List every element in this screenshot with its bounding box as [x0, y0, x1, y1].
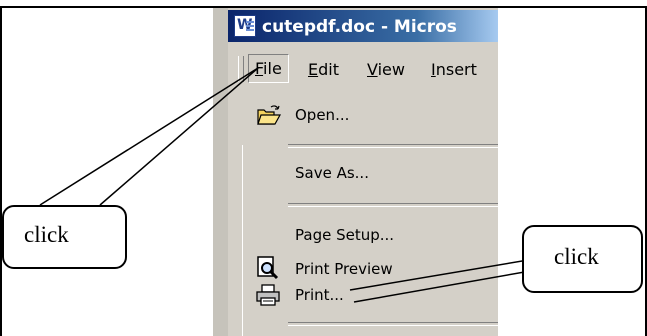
callout-file-pointer-a	[39, 67, 259, 206]
callout-file-pointer-b	[99, 67, 259, 206]
callout-file-text: click	[24, 222, 69, 247]
callout-print-pointer-b	[353, 269, 537, 303]
callout-print-text: click	[554, 244, 599, 269]
